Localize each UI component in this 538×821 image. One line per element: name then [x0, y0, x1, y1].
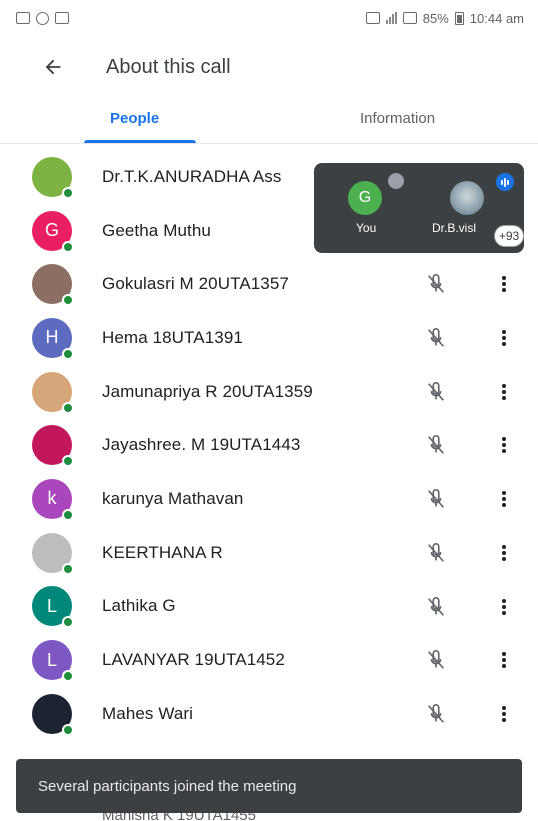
online-indicator [62, 562, 74, 575]
tab-people[interactable]: People [110, 110, 159, 127]
snackbar-message: Several participants joined the meeting [38, 777, 297, 795]
avatar-letter: k [47, 488, 57, 509]
online-indicator [62, 723, 74, 736]
participant-row[interactable]: Gokulasri M 20UTA1357 [0, 257, 538, 311]
online-indicator [62, 670, 74, 683]
participant-name: Mahes Wari [102, 703, 194, 723]
more-options-button[interactable] [494, 327, 514, 349]
online-indicator [62, 616, 74, 629]
participant-name: karunya Mathavan [102, 488, 244, 508]
arrow-back-icon [45, 59, 61, 75]
speaking-icon [496, 173, 514, 191]
speaker-label: Dr.B.visl [432, 221, 477, 235]
avatar-letter: L [46, 649, 57, 670]
mic-off-icon [425, 380, 447, 404]
participant-row[interactable]: Jamunapriya R 20UTA1359 [0, 365, 538, 419]
participant-name: Dr.T.K.ANURADHA Ass [102, 166, 282, 186]
more-options-button[interactable] [494, 488, 514, 510]
participant-row[interactable]: k karunya Mathavan [0, 472, 538, 526]
more-participants-badge[interactable]: +93 [494, 225, 524, 247]
gallery-icon [16, 12, 30, 24]
participant-row[interactable]: KEERTHANA R [0, 526, 538, 580]
participant-name: Jayashree. M 19UTA1443 [102, 435, 301, 455]
participant-row[interactable]: H Hema 18UTA1391 [0, 311, 538, 365]
participant-name: LAVANYAR 19UTA1452 [102, 650, 285, 670]
mic-off-icon [425, 487, 447, 511]
online-indicator [62, 347, 74, 360]
participant-name: Jamunapriya R 20UTA1359 [102, 381, 313, 401]
tab-information[interactable]: Information [360, 110, 435, 127]
app-bar: About this call [0, 36, 538, 98]
avatar [32, 156, 74, 199]
online-indicator [62, 240, 74, 253]
self-view-pip[interactable]: G You Dr.B.visl +93 [314, 163, 524, 253]
avatar: k [32, 478, 74, 521]
more-options-button[interactable] [494, 542, 514, 564]
avatar [32, 532, 74, 575]
more-options-button[interactable] [494, 596, 514, 618]
mic-off-icon [425, 272, 447, 296]
online-indicator [62, 508, 74, 521]
online-indicator [62, 294, 74, 307]
mic-off-icon [425, 648, 447, 672]
self-label: You [356, 221, 377, 235]
mic-off-icon [425, 541, 447, 565]
signal-icon [385, 12, 397, 24]
participant-row[interactable]: Mahes Wari [0, 687, 538, 741]
system-status: 85% 10:44 am [365, 10, 524, 26]
participant-row[interactable]: L LAVANYAR 19UTA1452 [0, 633, 538, 687]
participant-name: Hema 18UTA1391 [102, 327, 243, 347]
page-title: About this call [106, 55, 231, 78]
avatar: L [32, 640, 74, 683]
more-options-button[interactable] [494, 381, 514, 403]
battery-percent: 85% [422, 10, 449, 26]
avatar: H [32, 317, 74, 360]
more-options-button[interactable] [494, 273, 514, 295]
partial-row: Manisha K 19UTA1455 [0, 813, 538, 821]
tab-bar: People Information [0, 98, 538, 144]
participant-name: Gokulasri M 20UTA1357 [102, 274, 289, 294]
status-bar: 85% 10:44 am [0, 0, 538, 36]
snackbar: Several participants joined the meeting [16, 759, 522, 813]
more-options-button[interactable] [494, 703, 514, 725]
online-indicator [62, 186, 74, 199]
mic-off-icon [425, 595, 447, 619]
online-indicator [62, 455, 74, 468]
avatar [32, 371, 74, 414]
avatar: G [32, 210, 74, 253]
more-options-button[interactable] [494, 434, 514, 456]
participant-row[interactable]: Jayashree. M 19UTA1443 [0, 418, 538, 472]
self-avatar: G [348, 181, 382, 215]
muted-icon [388, 173, 404, 189]
whatsapp-icon [36, 11, 49, 25]
more-options-button[interactable] [494, 649, 514, 671]
participant-name: Geetha Muthu [102, 220, 211, 240]
participant-name: KEERTHANA R [102, 542, 223, 562]
participant-name: Lathika G [102, 596, 176, 616]
avatar [32, 425, 74, 468]
sim-icon [365, 12, 380, 24]
data-icon [402, 12, 417, 24]
notification-icons [16, 11, 69, 25]
battery-icon [454, 11, 464, 25]
mic-off-icon [425, 326, 447, 350]
online-indicator [62, 401, 74, 414]
avatar: L [32, 586, 74, 629]
mic-off-icon [425, 702, 447, 726]
tab-indicator [84, 140, 196, 143]
speaker-avatar [450, 181, 484, 215]
mic-off-icon [425, 433, 447, 457]
avatar-letter: G [44, 220, 59, 241]
participant-row[interactable]: L Lathika G [0, 580, 538, 634]
avatar-letter: L [46, 595, 57, 616]
meet-icon [55, 12, 69, 24]
avatar [32, 264, 74, 307]
participant-name: Manisha K 19UTA1455 [102, 813, 256, 821]
back-button[interactable] [38, 52, 68, 82]
clock: 10:44 am [469, 10, 524, 26]
avatar [32, 693, 74, 736]
avatar-letter: H [45, 327, 59, 348]
